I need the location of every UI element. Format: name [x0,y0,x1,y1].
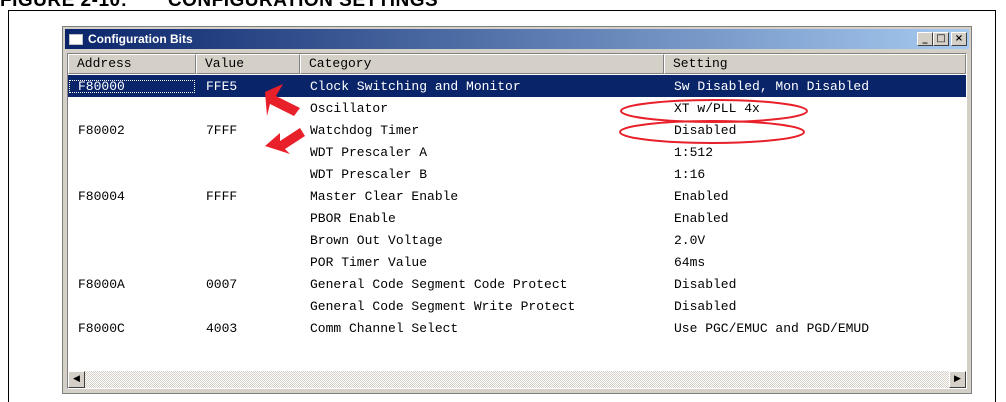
cell-category: General Code Segment Write Protect [310,298,576,314]
column-header-row: Address Value Category Setting [68,54,966,74]
table-row[interactable]: PBOR Enable Enabled [68,207,966,229]
cell-category: POR Timer Value [310,254,428,270]
cell-setting: Enabled [674,210,729,226]
table-row[interactable]: F8000A 0007 General Code Segment Code Prot… [68,273,966,295]
column-header-setting[interactable]: Setting [664,54,966,74]
scroll-left-arrow-icon[interactable]: ◀ [68,371,85,388]
cell-category: Oscillator [310,100,389,116]
cell-setting: 64ms [674,254,706,270]
close-button[interactable]: × [951,32,967,46]
cell-setting: 1:512 [674,144,714,160]
column-header-value[interactable]: Value [196,54,300,74]
window-controls: _ □ × [917,32,967,46]
configuration-bits-window: Configuration Bits _ □ × Address Value C… [62,26,972,394]
window-icon [69,33,83,45]
cell-address: F80002 [78,122,125,138]
column-header-address[interactable]: Address [68,54,196,74]
cell-setting: Disabled [674,122,737,138]
table-row[interactable]: F8000C 4003 Comm Channel Select Use PGC/EMU… [68,317,966,339]
cell-address: F8000A [78,276,125,292]
cell-value: 4003 [206,320,238,336]
table-row[interactable]: Oscillator XT w/PLL 4x [68,97,966,119]
cell-category: WDT Prescaler A [310,144,428,160]
table-row[interactable]: WDT Prescaler A 1:512 [68,141,966,163]
table-body: F80000 FFE5 Clock Switching and Monitor Sw … [68,75,966,339]
cell-category: Master Clear Enable [310,188,459,204]
table-row[interactable]: WDT Prescaler B 1:16 [68,163,966,185]
table-row[interactable]: POR Timer Value 64ms [68,251,966,273]
cell-setting: Enabled [674,188,729,204]
cell-address: F8000C [78,320,125,336]
configuration-list[interactable]: Address Value Category Setting F80000 FFE… [67,53,967,389]
cell-value: 0007 [206,276,238,292]
maximize-button[interactable]: □ [933,32,949,46]
title-bar[interactable]: Configuration Bits _ □ × [65,29,969,49]
cell-category: General Code Segment Code Protect [310,276,568,292]
cell-setting: Sw Disabled, Mon Disabled [674,78,870,94]
table-row[interactable]: F80004 FFFF Master Clear Enable Enabled [68,185,966,207]
cell-setting: 1:16 [674,166,706,182]
cell-category: PBOR Enable [310,210,396,226]
cell-category: Watchdog Timer [310,122,420,138]
table-row[interactable]: General Code Segment Write Protect Disabl… [68,295,966,317]
cell-setting: Disabled [674,276,737,292]
cell-category: Clock Switching and Monitor [310,78,521,94]
cell-category: Comm Channel Select [310,320,459,336]
cell-value: FFE5 [206,78,238,94]
cell-setting: 2.0V [674,232,706,248]
cell-address: F80004 [78,188,125,204]
table-row[interactable]: Brown Out Voltage 2.0V [68,229,966,251]
minimize-button[interactable]: _ [917,32,933,46]
table-row[interactable]: F80002 7FFF Watchdog Timer Disabled [68,119,966,141]
scroll-right-arrow-icon[interactable]: ▶ [949,371,966,388]
cell-setting: Disabled [674,298,737,314]
cell-setting: XT w/PLL 4x [674,100,760,116]
cell-category: WDT Prescaler B [310,166,428,182]
cell-value: FFFF [206,188,238,204]
cell-category: Brown Out Voltage [310,232,443,248]
cell-address: F80000 [68,79,196,94]
cell-value: 7FFF [206,122,238,138]
cell-setting: Use PGC/EMUC and PGD/EMUD [674,320,870,336]
window-title: Configuration Bits [88,32,193,46]
table-row[interactable]: F80000 FFE5 Clock Switching and Monitor Sw … [68,75,966,97]
horizontal-scrollbar[interactable]: ◀ ▶ [68,371,966,388]
column-header-category[interactable]: Category [300,54,664,74]
